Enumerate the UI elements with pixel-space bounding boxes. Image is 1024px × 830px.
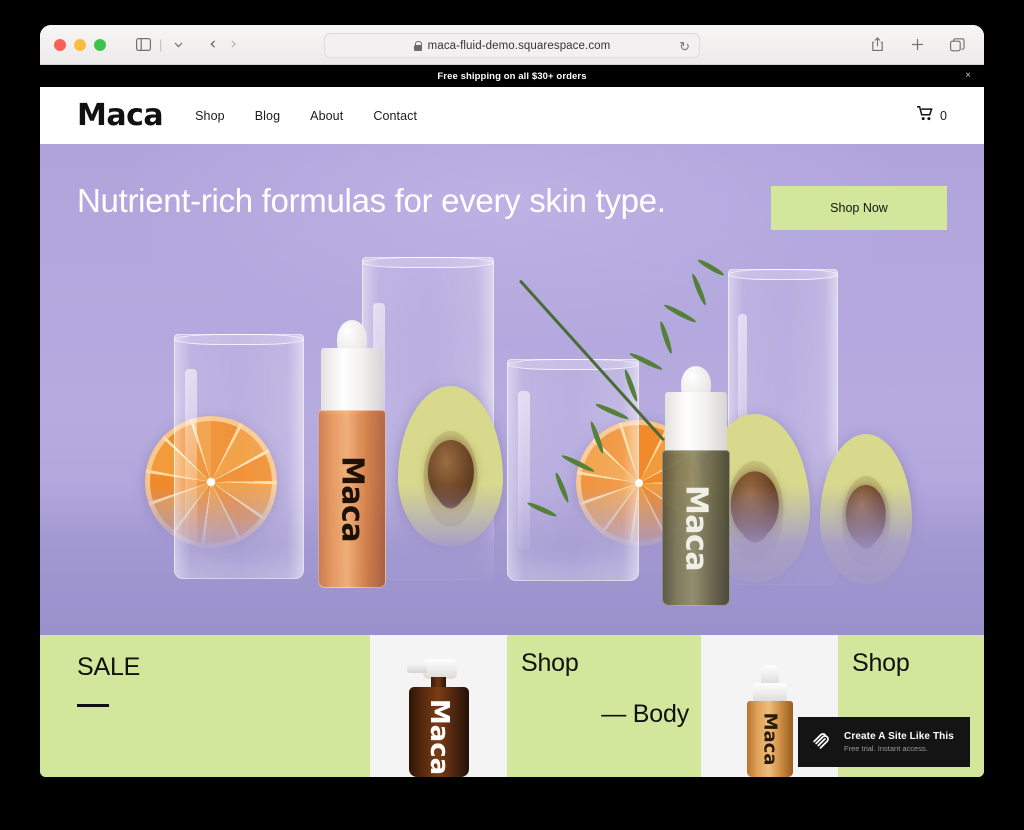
hero-copy: Nutrient-rich formulas for every skin ty… bbox=[77, 181, 677, 221]
hero-section: Maca Maca Nutrient-rich formulas for eve… bbox=[40, 144, 984, 635]
thumbnail-label: Maca bbox=[423, 699, 454, 776]
shop-now-button[interactable]: Shop Now bbox=[771, 186, 947, 230]
hero-glass-front-left bbox=[174, 334, 304, 579]
pump-bottle-art: Maca bbox=[406, 659, 469, 777]
nav-item-blog[interactable]: Blog bbox=[255, 109, 280, 123]
share-icon[interactable] bbox=[864, 33, 890, 57]
window-traffic-lights bbox=[54, 38, 106, 51]
bottle-body: Maca bbox=[318, 410, 386, 588]
nav-item-shop[interactable]: Shop bbox=[195, 109, 225, 123]
navigation-arrows: ‹ › bbox=[209, 36, 237, 53]
zoom-window-button[interactable] bbox=[94, 38, 106, 51]
cart-button[interactable]: 0 bbox=[917, 105, 947, 126]
primary-navigation: Shop Blog About Contact bbox=[195, 109, 417, 123]
pump-head bbox=[422, 659, 457, 679]
dropper-cap bbox=[320, 348, 384, 414]
chevron-down-icon[interactable] bbox=[165, 33, 191, 57]
url-text: maca-fluid-demo.squarespace.com bbox=[427, 39, 611, 52]
promo-thumbnail-pump-bottle[interactable]: Maca bbox=[370, 635, 507, 777]
rosemary-needle bbox=[690, 272, 708, 307]
bottle-body: Maca bbox=[746, 701, 793, 777]
thumbnail-label: Maca bbox=[759, 712, 780, 766]
close-icon[interactable]: × bbox=[965, 71, 971, 81]
toolbar-divider: | bbox=[159, 37, 163, 52]
bottle-label: Maca bbox=[678, 484, 714, 572]
nav-item-about[interactable]: About bbox=[310, 109, 343, 123]
rosemary-needle bbox=[658, 320, 674, 355]
rosemary-needle bbox=[588, 420, 606, 455]
dropper-teat bbox=[760, 665, 779, 685]
rosemary-needle bbox=[594, 401, 630, 422]
hero-serum-bottle-amber: Maca bbox=[318, 320, 386, 588]
plus-icon[interactable] bbox=[904, 33, 930, 57]
rosemary-needle bbox=[560, 453, 596, 474]
promo-shop-label-last: Shop bbox=[852, 649, 910, 677]
rosemary-needle bbox=[696, 257, 726, 278]
squarespace-badge-subtitle: Free trial. Instant access. bbox=[844, 744, 928, 753]
cart-count: 0 bbox=[940, 108, 947, 123]
squarespace-badge-text: Create A Site Like This Free trial. Inst… bbox=[844, 731, 954, 753]
sidebar-controls: | bbox=[130, 33, 191, 57]
close-window-button[interactable] bbox=[54, 38, 66, 51]
pump-body: Maca bbox=[408, 687, 469, 777]
site-header: Maca Shop Blog About Contact 0 bbox=[40, 87, 984, 144]
sidebar-icon[interactable] bbox=[130, 33, 156, 57]
rosemary-needle bbox=[553, 471, 571, 504]
promo-strip: SALE Maca Shop — Body Maca Shop Create A… bbox=[40, 635, 984, 777]
bottle-body: Maca bbox=[662, 450, 730, 606]
pump-spout bbox=[406, 664, 427, 673]
promo-shop-label: Shop bbox=[521, 649, 579, 677]
back-button[interactable]: ‹ bbox=[209, 36, 216, 53]
promo-body-label: — Body bbox=[601, 700, 689, 728]
minimize-window-button[interactable] bbox=[74, 38, 86, 51]
dropper-bottle-art: Maca bbox=[746, 665, 793, 777]
sale-rule bbox=[77, 704, 109, 707]
nav-item-contact[interactable]: Contact bbox=[373, 109, 417, 123]
rosemary-needle bbox=[526, 500, 558, 519]
bottle-label: Maca bbox=[334, 455, 370, 543]
announcement-text: Free shipping on all $30+ orders bbox=[437, 70, 587, 82]
hero-title: Nutrient-rich formulas for every skin ty… bbox=[77, 182, 666, 219]
lock-icon bbox=[413, 40, 423, 51]
forward-button[interactable]: › bbox=[230, 36, 237, 53]
rosemary-needle bbox=[628, 351, 664, 372]
sale-title: SALE bbox=[77, 653, 141, 681]
squarespace-logo-icon bbox=[811, 729, 833, 756]
dropper-cap bbox=[664, 392, 728, 454]
promo-shop-body-block[interactable]: Shop — Body bbox=[507, 635, 701, 777]
address-bar[interactable]: maca-fluid-demo.squarespace.com ↻ bbox=[324, 33, 700, 58]
rosemary-needle bbox=[662, 302, 698, 325]
tab-overview-icon[interactable] bbox=[944, 33, 970, 57]
toolbar-right-actions bbox=[864, 33, 970, 57]
announcement-bar: Free shipping on all $30+ orders × bbox=[40, 65, 984, 87]
site-logo[interactable]: Maca bbox=[77, 98, 164, 133]
shopping-cart-icon bbox=[917, 105, 934, 126]
hero-serum-bottle-olive: Maca bbox=[662, 366, 730, 606]
browser-toolbar: | ‹ › maca-fluid-demo.squarespace.com ↻ bbox=[40, 25, 984, 65]
squarespace-badge[interactable]: Create A Site Like This Free trial. Inst… bbox=[798, 717, 970, 767]
dropper-cap bbox=[752, 683, 787, 703]
promo-sale-block[interactable]: SALE bbox=[40, 635, 370, 777]
browser-window: | ‹ › maca-fluid-demo.squarespace.com ↻ bbox=[40, 25, 984, 777]
squarespace-badge-title: Create A Site Like This bbox=[844, 731, 954, 742]
reload-button[interactable]: ↻ bbox=[679, 39, 690, 55]
